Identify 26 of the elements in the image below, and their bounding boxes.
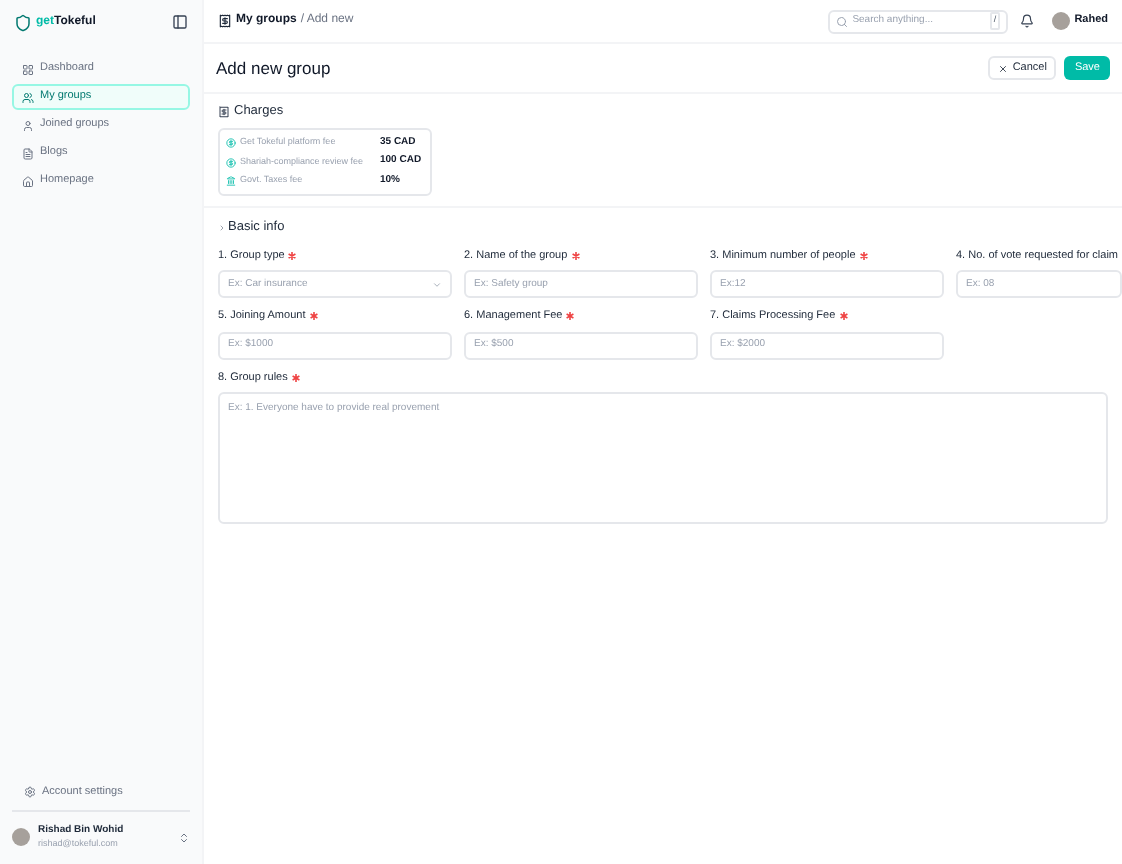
dropdown-icon [432,279,442,290]
page-title: Add new group [216,55,333,81]
home-icon [22,175,34,187]
charges-icon [218,105,230,118]
groups-icon [22,91,34,103]
fee-icon [226,138,236,148]
required-icon [288,252,297,261]
required-icon [859,252,868,261]
required-icon [566,312,575,321]
required-icon [571,252,580,261]
sidebar-toggle-icon[interactable] [172,14,188,30]
breadcrumb-icon [218,14,232,28]
header-avatar [1052,12,1071,30]
required-icon [839,312,848,321]
user-icon [22,119,34,131]
logo-icon [14,13,32,31]
required-icon [309,312,318,321]
doc-icon [22,147,34,159]
notification-icon[interactable] [1020,14,1035,28]
settings-icon [24,785,36,798]
fee-icon [226,176,236,186]
required-icon [291,373,300,382]
fee-icon [226,157,236,167]
grid-icon [22,63,34,75]
search-icon [836,15,849,27]
avatar [12,828,30,847]
